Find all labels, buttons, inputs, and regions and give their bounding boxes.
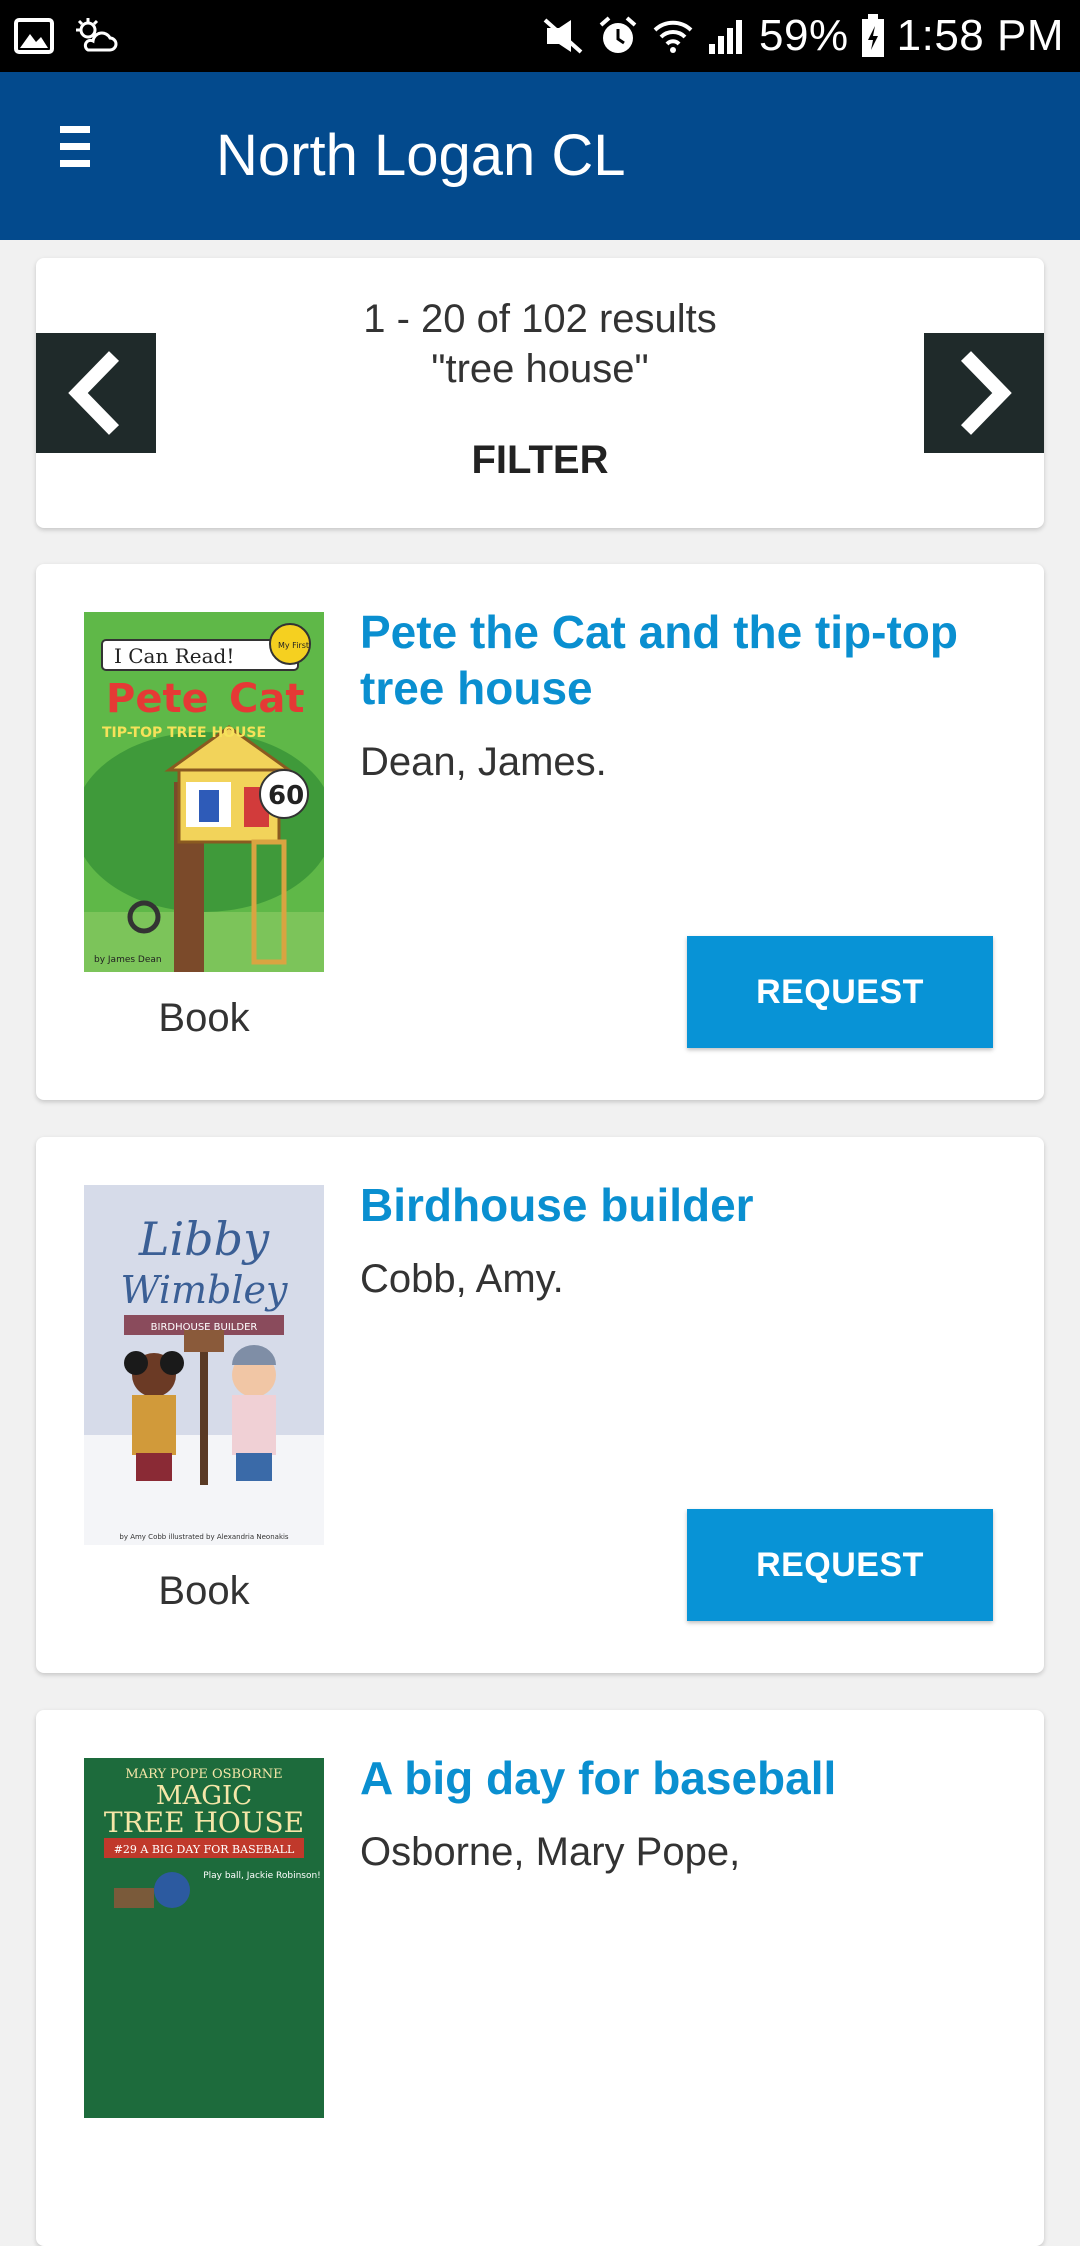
book-cover-image[interactable]: Libby Wimbley BIRDHOUSE BUILDER by Amy C… (84, 1185, 324, 1545)
cover-series-text: I Can Read! (114, 644, 234, 668)
cover-badge-text: My First (278, 641, 309, 650)
cover-title-text: Wimbley (120, 1268, 288, 1312)
app-bar: North Logan CL (0, 72, 1080, 240)
status-bar: 59% 1:58 PM (0, 0, 1080, 72)
result-format: Book (158, 996, 250, 1040)
book-cover-image[interactable]: I Can Read! My First Pete Cat TIP-TOP TR… (84, 612, 324, 972)
weather-icon (76, 18, 118, 52)
request-button[interactable]: REQUEST (687, 1509, 993, 1621)
clock: 1:58 PM (896, 11, 1064, 60)
result-title-link[interactable]: Birdhouse builder (360, 1177, 1000, 1233)
result-card: I Can Read! My First Pete Cat TIP-TOP TR… (36, 564, 1044, 1100)
result-card: Libby Wimbley BIRDHOUSE BUILDER by Amy C… (36, 1137, 1044, 1673)
result-card: MARY POPE OSBORNE MAGIC TREE HOUSE #29 A… (36, 1710, 1044, 2246)
battery-icon (861, 14, 884, 57)
cover-subtitle-text: #29 A BIG DAY FOR BASEBALL (114, 1843, 295, 1856)
mute-icon (543, 18, 583, 54)
results-summary: 1 - 20 of 102 results (363, 297, 717, 341)
alarm-icon (599, 16, 637, 53)
battery-percent: 59% (759, 11, 849, 60)
result-author: Cobb, Amy. (360, 1257, 564, 1301)
hamburger-menu-icon[interactable] (54, 126, 96, 182)
result-author: Osborne, Mary Pope, (360, 1830, 741, 1874)
filter-button[interactable]: FILTER (440, 438, 640, 483)
result-format: Book (158, 1569, 250, 1613)
next-page-button[interactable] (924, 333, 1044, 453)
request-button[interactable]: REQUEST (687, 936, 993, 1048)
cover-title-text: Pete (106, 676, 209, 722)
cover-title-text: TREE HOUSE (104, 1806, 304, 1839)
cover-byline-text: by James Dean (94, 955, 162, 965)
cover-title-text: Libby (138, 1212, 270, 1266)
result-title-link[interactable]: A big day for baseball (360, 1750, 1000, 1806)
cover-author-text: MARY POPE OSBORNE (125, 1767, 282, 1782)
signal-icon (709, 20, 743, 54)
cover-byline-text: by Amy Cobb illustrated by Alexandria Ne… (119, 1533, 289, 1541)
wifi-icon (653, 20, 693, 53)
result-title-link[interactable]: Pete the Cat and the tip-top tree house (360, 604, 1000, 716)
cover-anniversary-text: 60 (268, 781, 304, 811)
app-title: North Logan CL (216, 123, 626, 188)
book-cover-image[interactable]: MARY POPE OSBORNE MAGIC TREE HOUSE #29 A… (84, 1758, 324, 2118)
cover-tagline-text: Play ball, Jackie Robinson! (203, 1871, 321, 1881)
results-pager: 1 - 20 of 102 results "tree house" FILTE… (36, 258, 1044, 528)
search-query: "tree house" (431, 347, 649, 391)
image-icon (14, 18, 54, 54)
result-author: Dean, James. (360, 740, 607, 784)
cover-subtitle-text: TIP-TOP TREE HOUSE (102, 725, 266, 741)
chevron-right-icon (960, 351, 1012, 435)
cover-title-text: Cat (229, 676, 304, 722)
